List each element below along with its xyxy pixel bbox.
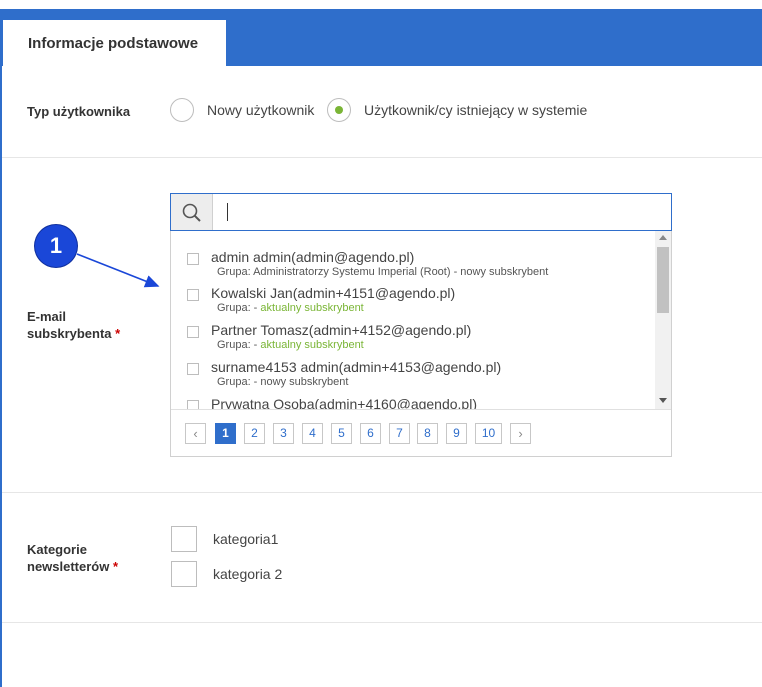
pager-page-3[interactable]: 3 <box>273 423 294 444</box>
item-checkbox[interactable] <box>187 363 199 375</box>
left-border <box>0 66 2 687</box>
text-cursor <box>227 203 228 221</box>
search-icon[interactable] <box>171 194 213 230</box>
item-checkbox[interactable] <box>187 289 199 301</box>
radio-new-user[interactable] <box>170 98 194 122</box>
item-checkbox[interactable] <box>187 400 199 409</box>
tab-basic-info[interactable]: Informacje podstawowe <box>3 20 226 66</box>
email-subscriber-label: E-mail subskrybenta * <box>27 309 121 341</box>
subscriber-results-dropdown: admin admin(admin@agendo.pl) Grupa: Admi… <box>170 231 672 457</box>
pager-page-5[interactable]: 5 <box>331 423 352 444</box>
scroll-down-icon[interactable] <box>659 398 667 403</box>
subscriber-search-box[interactable] <box>170 193 672 231</box>
required-mark: * <box>115 326 121 341</box>
radio-existing-user-label[interactable]: Użytkownik/cy istniejący w systemie <box>364 102 587 118</box>
pager-page-7[interactable]: 7 <box>389 423 410 444</box>
item-checkbox[interactable] <box>187 253 199 265</box>
category-label-2[interactable]: kategoria 2 <box>213 566 282 582</box>
radio-existing-user[interactable] <box>327 98 351 122</box>
annotation-badge: 1 <box>35 225 77 267</box>
pager-page-4[interactable]: 4 <box>302 423 323 444</box>
pager-next-button[interactable]: › <box>510 423 531 444</box>
scroll-up-icon[interactable] <box>659 235 667 240</box>
pager-page-2[interactable]: 2 <box>244 423 265 444</box>
results-scrollbar[interactable] <box>655 231 671 409</box>
pager-page-6[interactable]: 6 <box>360 423 381 444</box>
scroll-thumb[interactable] <box>657 247 669 313</box>
divider <box>2 157 762 158</box>
pager-page-10[interactable]: 10 <box>475 423 502 444</box>
category-checkbox-2[interactable] <box>171 561 197 587</box>
user-type-label: Typ użytkownika <box>27 104 131 119</box>
subscriber-search-input[interactable] <box>221 198 661 226</box>
results-list: admin admin(admin@agendo.pl) Grupa: Admi… <box>171 231 655 409</box>
pager-page-1[interactable]: 1 <box>215 423 236 444</box>
pager-prev-button[interactable]: ‹ <box>185 423 206 444</box>
pager-page-8[interactable]: 8 <box>417 423 438 444</box>
pager-page-9[interactable]: 9 <box>446 423 467 444</box>
radio-new-user-label[interactable]: Nowy użytkownik <box>207 102 314 118</box>
divider <box>2 622 762 623</box>
required-mark: * <box>112 559 119 574</box>
category-checkbox-1[interactable] <box>171 526 197 552</box>
divider <box>171 409 671 410</box>
category-label-1[interactable]: kategoria1 <box>213 531 278 547</box>
newsletter-categories-label: Kategorie newsletterów * <box>27 542 119 574</box>
divider <box>2 492 762 493</box>
item-checkbox[interactable] <box>187 326 199 338</box>
